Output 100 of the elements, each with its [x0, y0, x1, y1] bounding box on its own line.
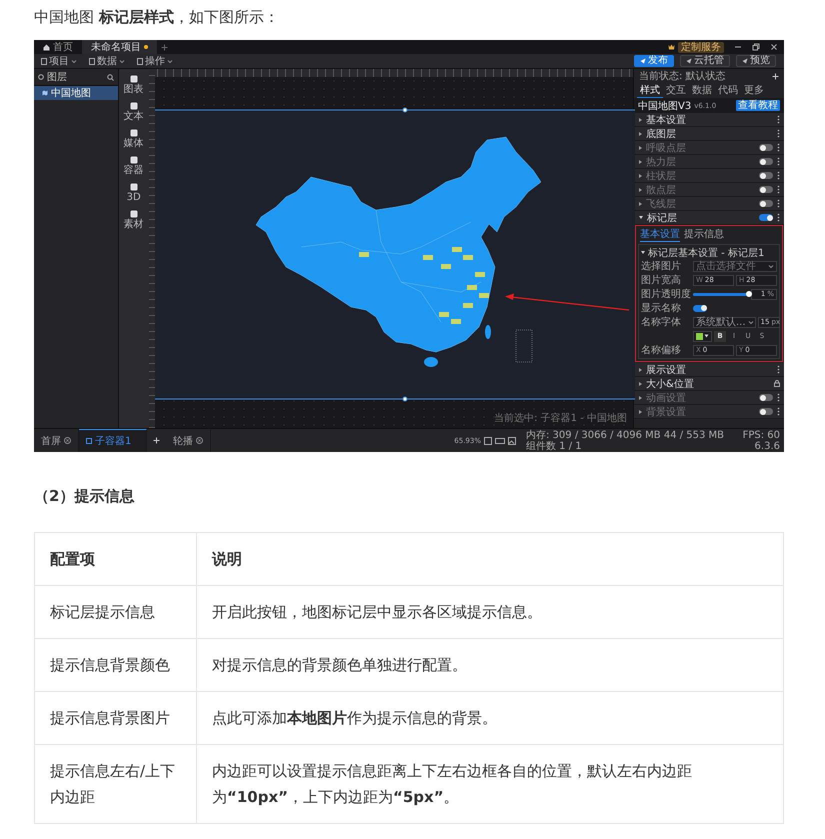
table-cell: 点此可添加本地图片作为提示信息的背景。	[196, 692, 784, 744]
fit-screen-icon	[484, 436, 492, 444]
search-icon	[106, 74, 114, 80]
home-icon	[43, 44, 50, 50]
panel-tab[interactable]: 数据	[689, 84, 715, 98]
font-select[interactable]: 系统默认...	[693, 316, 756, 328]
crown-icon	[668, 44, 675, 50]
table-cell: 内边距可以设置提示信息距离上下左右边框各自的位置，默认左右内边距为“10px”，上下内边距为“5px”。	[196, 744, 784, 824]
menu-button[interactable]: 数据	[86, 54, 128, 68]
settings-section[interactable]: 大小&位置	[634, 377, 784, 391]
close-icon	[770, 43, 778, 51]
caret-icon	[639, 382, 642, 386]
panel-tab[interactable]: 更多	[741, 84, 767, 98]
table-cell: 提示信息背景颜色	[34, 638, 196, 692]
tile-icon	[130, 210, 138, 218]
panel-tab[interactable]: 代码	[715, 84, 741, 98]
kebab-icon	[777, 129, 780, 138]
kebab-icon	[777, 407, 780, 416]
map-icon	[42, 90, 48, 96]
field-label: 名称偏移	[641, 344, 682, 357]
palette-item[interactable]: 容器	[124, 156, 144, 176]
color-picker[interactable]	[693, 330, 712, 342]
kebab-icon	[777, 185, 780, 194]
chevron-down-icon	[748, 320, 754, 324]
kebab-icon	[777, 115, 780, 124]
editor-tab[interactable]: 未命名项目	[82, 40, 157, 54]
settings-section[interactable]: 基本设置	[634, 113, 784, 127]
kebab-icon	[777, 393, 780, 402]
plus-icon	[153, 437, 160, 444]
group-title: 标记层基本设置 - 标记层1	[648, 246, 764, 260]
caret-icon	[641, 251, 645, 254]
panel-title: 图层	[47, 71, 68, 84]
send-icon	[686, 58, 692, 64]
kebab-icon	[777, 365, 780, 374]
table-cell: 提示信息背景图片	[34, 692, 196, 744]
settings-section[interactable]: 底图层	[634, 127, 784, 141]
caret-icon	[639, 146, 642, 150]
caret-icon	[639, 174, 642, 178]
component-name: 中国地图V3	[638, 100, 692, 112]
palette-item[interactable]: 文本	[124, 102, 144, 122]
fps-counter: FPS: 60	[742, 430, 780, 440]
toggle-switch[interactable]	[759, 394, 773, 401]
state-label: 当前状态: 默认状态	[639, 70, 727, 83]
settings-tab[interactable]: 基本设置	[640, 228, 680, 242]
send-icon	[742, 58, 748, 64]
menu-button[interactable]: 操作	[134, 54, 176, 68]
palette-item[interactable]: 素材	[124, 210, 144, 230]
chevron-down-icon	[768, 264, 774, 268]
field-label: 图片透明度	[641, 288, 691, 301]
kebab-icon	[777, 143, 780, 152]
page-tab[interactable]: 子容器1	[79, 429, 147, 452]
settings-section[interactable]: 标记层	[634, 211, 784, 225]
page-tab[interactable]: 轮播	[166, 429, 211, 452]
field-label: 选择图片	[641, 260, 682, 273]
table-cell: 开启此按钮，地图标记层中显示各区域提示信息。	[196, 586, 784, 638]
action-button[interactable]: 云托管	[680, 55, 730, 67]
action-button[interactable]: 预览	[736, 55, 776, 67]
settings-tab[interactable]: 提示信息	[684, 228, 724, 242]
toggle-switch[interactable]	[759, 144, 773, 151]
palette-item[interactable]: 图表	[124, 75, 144, 95]
field-label: 名称字体	[641, 316, 682, 329]
settings-section[interactable]: 展示设置	[634, 363, 784, 377]
menu-button[interactable]: 项目	[38, 54, 80, 68]
selection-caption: 当前选中: 子容器1 - 中国地图	[494, 412, 627, 425]
tile-icon	[130, 75, 138, 83]
intro-text: 中国地图 标记层样式，如下图所示：	[34, 7, 280, 28]
caret-icon	[639, 202, 642, 206]
toggle-switch[interactable]	[693, 304, 707, 312]
restore-icon	[752, 43, 760, 51]
table-cell: 提示信息左右/上下内边距	[34, 744, 196, 824]
app-version: 6.3.6	[754, 440, 780, 452]
layer-item[interactable]: 中国地图	[34, 86, 118, 100]
toggle-switch[interactable]	[759, 172, 773, 179]
file-select[interactable]: 点击选择文件	[693, 260, 777, 272]
table-cell: 对提示信息的背景颜色单独进行配置。	[196, 638, 784, 692]
toggle-switch[interactable]	[759, 158, 773, 165]
toggle-switch[interactable]	[759, 214, 773, 221]
tile-icon	[130, 129, 138, 137]
palette-item[interactable]: 媒体	[124, 129, 144, 149]
send-icon	[640, 58, 646, 64]
field-label: 显示名称	[641, 302, 682, 315]
panel-tab[interactable]: 交互	[663, 84, 689, 98]
toggle-switch[interactable]	[759, 200, 773, 207]
toggle-switch[interactable]	[759, 408, 773, 415]
palette-item[interactable]: 3D	[126, 183, 141, 203]
lock-icon	[774, 380, 780, 387]
plus-icon	[772, 72, 779, 80]
opacity-slider[interactable]	[693, 292, 749, 296]
kebab-icon	[777, 213, 780, 222]
caret-icon	[639, 132, 642, 136]
toggle-switch[interactable]	[759, 186, 773, 193]
column-header: 说明	[196, 532, 784, 586]
caret-icon	[704, 334, 709, 338]
section-heading: （2）提示信息	[34, 486, 136, 506]
service-badge[interactable]: 定制服务	[678, 42, 724, 52]
editor-tab[interactable]: 首页	[34, 40, 82, 54]
kebab-icon	[777, 171, 780, 180]
tutorial-button[interactable]: 查看教程	[736, 100, 780, 111]
action-button[interactable]: 发布	[634, 55, 674, 67]
square-icon	[86, 438, 92, 444]
